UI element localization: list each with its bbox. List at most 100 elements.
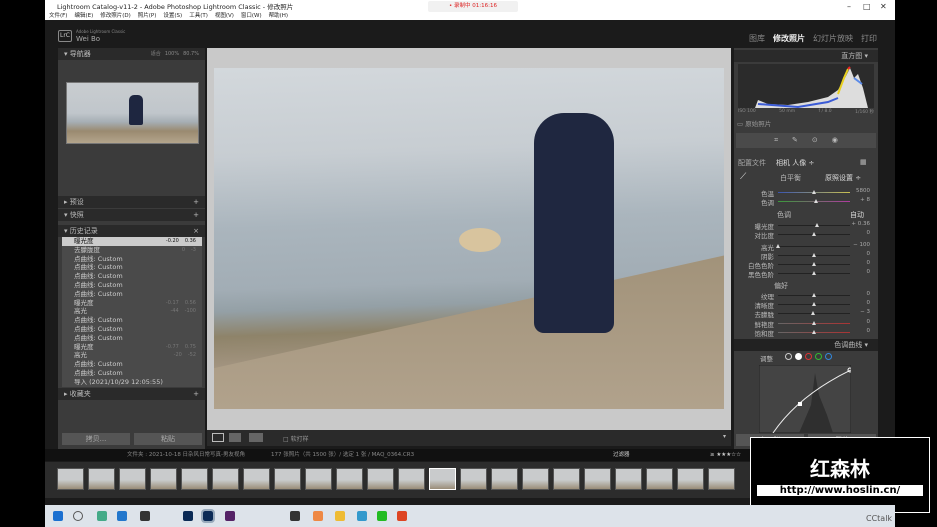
clear-history-icon[interactable]: × <box>193 225 199 237</box>
filmstrip-thumbnail[interactable] <box>305 468 332 490</box>
history-item[interactable]: 去朦胧度 0 -3 <box>62 246 202 255</box>
taskbar-app-icon[interactable] <box>97 511 107 521</box>
slider-thumb[interactable] <box>810 311 815 315</box>
filmstrip-thumbnail[interactable] <box>181 468 208 490</box>
slider-value[interactable]: 0 <box>867 300 871 306</box>
menu-item[interactable]: 设置(S) <box>163 11 182 19</box>
slider-thumb[interactable] <box>812 253 816 257</box>
slider-value[interactable]: 0 <box>867 291 871 297</box>
presets-section[interactable]: ▸ 预设 + <box>58 196 205 208</box>
powerpoint-icon[interactable] <box>397 511 407 521</box>
maximize-button[interactable]: □ <box>863 2 871 11</box>
taskbar-app-icon[interactable] <box>357 511 367 521</box>
green-curve-icon[interactable] <box>815 353 822 360</box>
slider-清晰度[interactable]: 清晰度 0 <box>734 300 878 310</box>
rgb-curve-icon[interactable] <box>795 353 802 360</box>
history-item[interactable]: 点曲线: Custom <box>62 272 202 281</box>
filmstrip-thumbnail[interactable] <box>212 468 239 490</box>
filmstrip-thumbnail[interactable] <box>584 468 611 490</box>
original-photo-checkbox[interactable]: ▭ 原始照片 <box>737 118 771 128</box>
compare-icon[interactable] <box>249 433 263 442</box>
search-icon[interactable] <box>73 511 83 521</box>
menu-item[interactable]: 窗口(W) <box>241 11 262 19</box>
slider-value[interactable]: 0 <box>867 319 871 325</box>
slider-value[interactable]: + 0.36 <box>851 221 870 227</box>
slider-value[interactable]: 0 <box>867 328 871 334</box>
tone-curve-header[interactable]: 色调曲线 ▾ <box>734 339 878 351</box>
menu-item[interactable]: 编辑(E) <box>74 11 93 19</box>
slider-黑色色阶[interactable]: 黑色色阶 0 <box>734 269 878 279</box>
filmstrip-thumbnail[interactable] <box>677 468 704 490</box>
histogram-header[interactable]: 直方图 ▾ <box>734 50 878 62</box>
menu-item[interactable]: 视图(V) <box>215 11 234 19</box>
add-preset-icon[interactable]: + <box>193 196 199 208</box>
filmstrip-thumbnail[interactable] <box>398 468 425 490</box>
loupe-view-icon[interactable] <box>212 433 224 442</box>
history-section[interactable]: ▾ 历史记录 × <box>58 225 205 237</box>
slider-thumb[interactable] <box>776 244 780 248</box>
close-button[interactable]: ✕ <box>880 2 887 11</box>
module-tab[interactable]: 修改照片 <box>773 33 805 44</box>
filmstrip-thumbnail[interactable] <box>243 468 270 490</box>
history-item[interactable]: 高光 -20 -52 <box>62 351 202 360</box>
white-balance-dropdown[interactable]: 原照设置 ÷ <box>825 173 861 183</box>
add-snapshot-icon[interactable]: + <box>193 209 199 221</box>
slider-thumb[interactable] <box>812 302 816 306</box>
history-item[interactable]: 导入 (2021/10/29 12:05:55) <box>62 378 202 387</box>
filmstrip-thumbnail[interactable] <box>274 468 301 490</box>
history-item[interactable]: 点曲线: Custom <box>62 316 202 325</box>
zoom-options[interactable]: 适合 100% 80.7% <box>147 48 199 60</box>
slider-value[interactable]: 0 <box>867 260 871 266</box>
slider-白色色阶[interactable]: 白色色阶 0 <box>734 260 878 270</box>
menu-item[interactable]: 工具(T) <box>189 11 208 19</box>
slider-饱和度[interactable]: 饱和度 0 <box>734 328 878 338</box>
slider-value[interactable]: 0 <box>867 230 871 236</box>
collections-section[interactable]: ▸ 收藏夹 + <box>58 388 205 400</box>
slider-thumb[interactable] <box>812 330 816 334</box>
history-item[interactable]: 点曲线: Custom <box>62 360 202 369</box>
filmstrip-thumbnail[interactable] <box>522 468 549 490</box>
curve-point[interactable] <box>798 402 802 406</box>
snapshots-section[interactable]: ▾ 快照 + <box>58 209 205 221</box>
filmstrip-thumbnail[interactable] <box>646 468 673 490</box>
add-collection-icon[interactable]: + <box>193 388 199 400</box>
minimize-button[interactable]: – <box>847 2 851 11</box>
navigator-preview[interactable] <box>66 82 199 144</box>
slider-曝光度[interactable]: 曝光度 + 0.36 <box>734 221 878 231</box>
slider-thumb[interactable] <box>812 321 816 325</box>
crop-icon[interactable]: ⌗ <box>774 133 778 148</box>
filmstrip-thumbnail[interactable] <box>88 468 115 490</box>
navigator-header[interactable]: ▾ 导航器 适合 100% 80.7% <box>58 48 205 60</box>
copy-button[interactable]: 拷贝... <box>62 433 130 445</box>
filmstrip-thumbnail[interactable] <box>119 468 146 490</box>
slider-纹理[interactable]: 纹理 0 <box>734 291 878 301</box>
history-item[interactable]: 曝光度 -0.20 0.36 <box>62 237 202 246</box>
edge-icon[interactable] <box>117 511 127 521</box>
slider-value[interactable]: 0 <box>867 251 871 257</box>
slider-thumb[interactable] <box>812 190 816 194</box>
slider-value[interactable]: 0 <box>867 269 871 275</box>
rating-filter-stars[interactable]: ≥ ★★★☆☆ <box>710 449 741 461</box>
slider-track[interactable] <box>778 246 850 247</box>
slider-高光[interactable]: 高光 − 100 <box>734 242 878 252</box>
zoom-option[interactable]: 80.7% <box>183 51 199 57</box>
slider-去朦胧[interactable]: 去朦胧 − 3 <box>734 309 878 319</box>
filmstrip-path[interactable]: 文件夹 : 2021-10-18 日杂风日常写真-男友视角 <box>127 449 245 461</box>
history-item[interactable]: 点曲线: Custom <box>62 281 202 290</box>
paste-button[interactable]: 粘贴 <box>134 433 202 445</box>
recording-indicator[interactable]: • 录制中 01:16:16 <box>428 1 518 12</box>
slider-thumb[interactable] <box>812 271 816 275</box>
filmstrip-thumbnail[interactable] <box>367 468 394 490</box>
slider-value[interactable]: 5800 <box>856 188 870 194</box>
slider-value[interactable]: − 100 <box>853 242 870 248</box>
red-eye-icon[interactable]: ⊙ <box>812 133 818 148</box>
slider-thumb[interactable] <box>814 199 819 203</box>
filmstrip-thumbnail[interactable] <box>336 468 363 490</box>
menu-item[interactable]: 修改照片(D) <box>100 11 131 19</box>
photoshop-icon[interactable] <box>183 511 193 521</box>
slider-thumb[interactable] <box>812 293 816 297</box>
filmstrip-thumbnail[interactable] <box>460 468 487 490</box>
windows-start-icon[interactable] <box>53 511 63 521</box>
folder-icon[interactable] <box>335 511 345 521</box>
filmstrip-thumbnail[interactable] <box>150 468 177 490</box>
